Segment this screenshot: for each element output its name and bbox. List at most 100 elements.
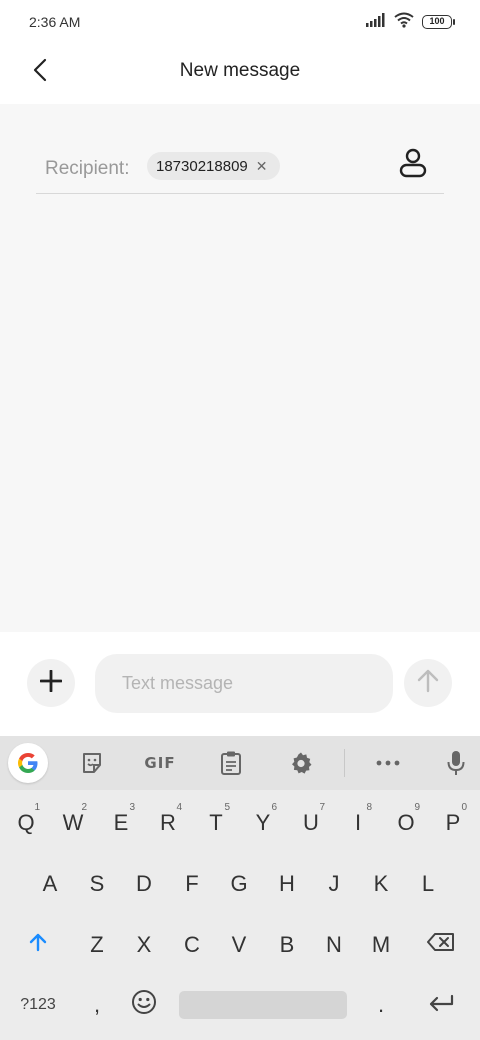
key-label: N bbox=[326, 932, 342, 957]
key-label: C bbox=[184, 932, 200, 957]
key-label: E bbox=[113, 810, 129, 835]
key-label: F bbox=[185, 871, 199, 896]
close-icon[interactable]: ✕ bbox=[256, 159, 268, 173]
key-label: G bbox=[230, 871, 248, 896]
google-icon[interactable] bbox=[8, 743, 48, 783]
key-hint: 3 bbox=[129, 802, 135, 813]
key-s[interactable]: S bbox=[75, 859, 119, 909]
key-label: S bbox=[89, 871, 105, 896]
keyboard-toolbar: GIF bbox=[0, 736, 480, 790]
key-label: K bbox=[373, 871, 389, 896]
status-time: 2:36 AM bbox=[29, 14, 81, 30]
message-input[interactable] bbox=[95, 654, 393, 713]
key-hint: 2 bbox=[81, 802, 87, 813]
key-g[interactable]: G bbox=[217, 859, 261, 909]
period-key[interactable]: . bbox=[359, 980, 403, 1030]
sticker-icon[interactable] bbox=[72, 743, 112, 783]
more-icon[interactable] bbox=[368, 743, 408, 783]
key-hint: 8 bbox=[366, 802, 372, 813]
battery-icon: 100 bbox=[422, 15, 455, 29]
gif-button[interactable]: GIF bbox=[140, 743, 180, 783]
gif-label: GIF bbox=[144, 754, 176, 772]
contact-picker-button[interactable] bbox=[396, 148, 430, 182]
key-m[interactable]: M bbox=[359, 920, 403, 970]
key-hint: 0 bbox=[461, 802, 467, 813]
message-content-area: Recipient: 18730218809 ✕ bbox=[0, 104, 480, 632]
recipient-chip[interactable]: 18730218809 ✕ bbox=[147, 152, 280, 180]
key-hint: 9 bbox=[414, 802, 420, 813]
add-attachment-button[interactable] bbox=[27, 659, 75, 707]
key-n[interactable]: N bbox=[312, 920, 356, 970]
send-arrow-icon bbox=[417, 669, 439, 698]
key-label: W bbox=[62, 810, 84, 835]
key-c[interactable]: C bbox=[170, 920, 214, 970]
key-o[interactable]: O9 bbox=[384, 798, 428, 848]
toolbar-divider bbox=[344, 749, 345, 777]
status-bar: 2:36 AM 100 bbox=[0, 0, 480, 44]
key-u[interactable]: U7 bbox=[289, 798, 333, 848]
key-y[interactable]: Y6 bbox=[241, 798, 285, 848]
status-icons: 100 bbox=[366, 12, 455, 33]
key-label: B bbox=[279, 932, 295, 957]
key-e[interactable]: E3 bbox=[99, 798, 143, 848]
key-a[interactable]: A bbox=[28, 859, 72, 909]
key-hint: 1 bbox=[34, 802, 40, 813]
key-label: M bbox=[371, 932, 391, 957]
key-v[interactable]: V bbox=[217, 920, 261, 970]
keyboard: G I F Q 1 W 2 E 3 R 4 T 5 Y 6 U 7 I 8 O 9 … bbox=[0, 736, 480, 1040]
key-label: U bbox=[303, 810, 319, 835]
key-d[interactable]: D bbox=[122, 859, 166, 909]
key-l[interactable]: L bbox=[406, 859, 450, 909]
comma-key[interactable]: , bbox=[75, 980, 119, 1030]
key-hint: 7 bbox=[319, 802, 325, 813]
key-x[interactable]: X bbox=[122, 920, 166, 970]
key-label: A bbox=[42, 871, 58, 896]
key-t[interactable]: T5 bbox=[194, 798, 238, 848]
emoji-key[interactable] bbox=[122, 980, 166, 1030]
key-k[interactable]: K bbox=[359, 859, 403, 909]
recipient-chip-number: 18730218809 bbox=[156, 157, 248, 175]
recipient-row: Recipient: 18730218809 ✕ bbox=[36, 148, 444, 194]
header: New message bbox=[0, 44, 480, 104]
key-j[interactable]: J bbox=[312, 859, 356, 909]
emoji-icon bbox=[131, 989, 157, 1021]
recipient-label: Recipient: bbox=[45, 158, 130, 179]
key-f[interactable]: F bbox=[170, 859, 214, 909]
signal-icon bbox=[366, 12, 386, 32]
key-label: R bbox=[160, 810, 176, 835]
key-r[interactable]: R4 bbox=[146, 798, 190, 848]
backspace-key[interactable] bbox=[419, 920, 463, 970]
backspace-icon bbox=[427, 932, 455, 958]
plus-icon bbox=[39, 669, 63, 697]
mic-icon[interactable] bbox=[436, 743, 476, 783]
wifi-icon bbox=[394, 12, 414, 33]
key-i[interactable]: I8 bbox=[336, 798, 380, 848]
key-label: O bbox=[397, 810, 415, 835]
key-b[interactable]: B bbox=[265, 920, 309, 970]
key-hint: 5 bbox=[224, 802, 230, 813]
space-key[interactable] bbox=[179, 991, 347, 1019]
clipboard-icon[interactable] bbox=[211, 743, 251, 783]
key-w[interactable]: W2 bbox=[51, 798, 95, 848]
key-p[interactable]: P0 bbox=[431, 798, 475, 848]
key-label: X bbox=[136, 932, 152, 957]
key-hint: 4 bbox=[176, 802, 182, 813]
key-label: I bbox=[354, 810, 362, 835]
key-label: P bbox=[445, 810, 461, 835]
key-z[interactable]: Z bbox=[75, 920, 119, 970]
page-title: New message bbox=[179, 60, 301, 81]
key-h[interactable]: H bbox=[265, 859, 309, 909]
key-label: V bbox=[231, 932, 247, 957]
key-label: L bbox=[421, 871, 435, 896]
settings-icon[interactable] bbox=[281, 743, 321, 783]
key-label: T bbox=[209, 810, 223, 835]
symbols-key[interactable]: ?123 bbox=[16, 980, 60, 1030]
key-q[interactable]: Q1 bbox=[4, 798, 48, 848]
send-button[interactable] bbox=[404, 659, 452, 707]
enter-key[interactable] bbox=[419, 980, 463, 1030]
shift-key[interactable] bbox=[16, 920, 60, 970]
shift-arrow-icon bbox=[28, 932, 48, 958]
key-label: J bbox=[328, 871, 340, 896]
person-icon bbox=[399, 148, 427, 183]
enter-icon bbox=[428, 992, 454, 1018]
